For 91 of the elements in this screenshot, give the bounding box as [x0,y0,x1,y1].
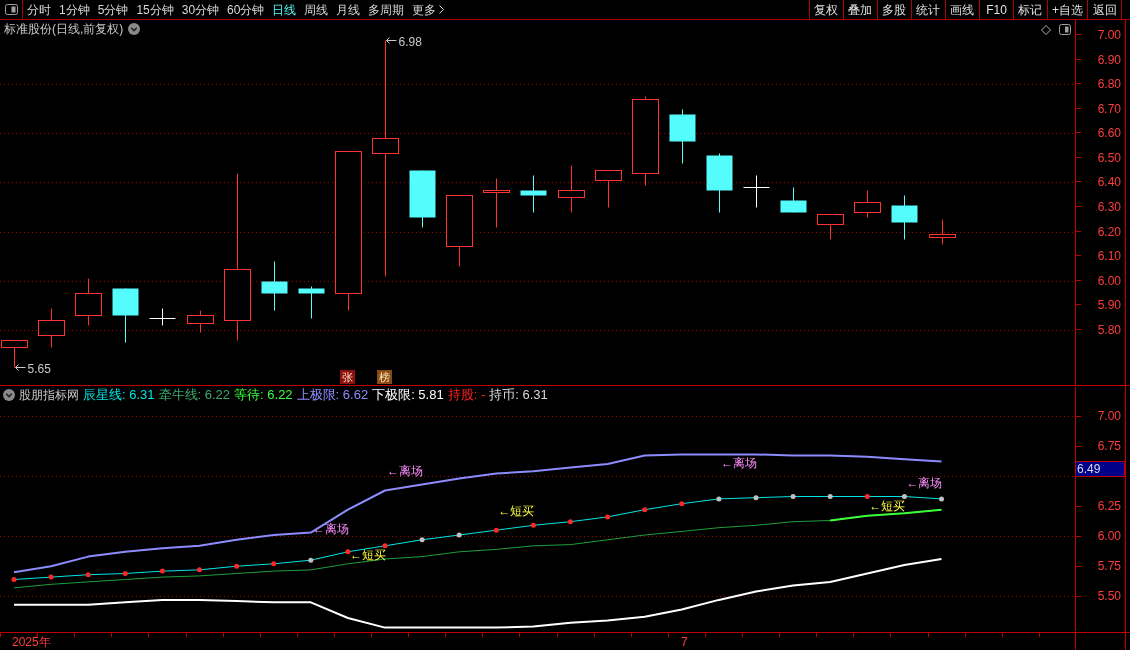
signal-label: ←离场 [387,464,423,478]
rising-candle [817,214,844,240]
rising-candle [558,165,585,213]
axis-label: 7.00 [1097,408,1121,423]
axis-label: 6.00 [1097,273,1121,288]
signal-label: ←短买 [869,498,906,513]
axis-label: 5.75 [1097,559,1121,574]
axis-label: 6.75 [1097,438,1121,453]
diamond-icon[interactable] [1041,25,1051,35]
axis-label: 6.30 [1097,200,1121,215]
chevron-right-icon [439,5,445,14]
axis-label: 6.70 [1097,101,1121,116]
toolbar-button[interactable]: 复权 [809,0,843,19]
period-tab[interactable]: 月线 [336,2,361,17]
rising-candle [187,310,214,333]
legend-value: 等待: 6.22 [234,387,293,402]
axis-label: 6.10 [1097,249,1121,264]
leader-arrow [386,37,397,44]
signal-label: ←离场 [906,476,943,491]
signal-label: ←离场 [720,455,757,470]
rising-candle [595,170,622,208]
axis-label: 7.00 [1097,28,1121,42]
rising-candle [929,219,956,245]
toolbar-button[interactable]: 多股 [877,0,911,19]
legend-value: 持币: 6.31 [489,387,548,402]
axis-label: 6.00 [1097,529,1121,544]
panel-toggle-icon[interactable] [1059,24,1071,35]
axis-label: 6.60 [1097,126,1121,141]
period-tab[interactable]: 多周期 [368,2,405,17]
toolbar-button[interactable]: 画线 [945,0,979,19]
period-tab[interactable]: 15分钟 [136,2,174,17]
axis-label: 6.40 [1097,175,1121,190]
axis-label: 5.90 [1097,298,1121,313]
period-tab[interactable]: 日线 [272,2,297,17]
axis-label: 6.50 [1097,150,1121,165]
legend-value: 辰星线: 6.31 [83,387,155,402]
signal-label: ←离场 [312,521,349,536]
period-tab[interactable]: 1分钟 [59,2,90,17]
doji-candle [743,175,770,208]
period-tab[interactable]: 30分钟 [181,2,220,17]
cursor-value-label: 6.49 [1075,461,1125,477]
falling-candle [520,175,547,213]
axis-label: 6.25 [1097,499,1121,514]
falling-candle [409,170,436,228]
legend-value: 持股: - [447,387,486,402]
falling-candle [298,286,325,319]
date-label: 7 [681,635,688,649]
falling-candle [112,288,139,343]
falling-candle [669,109,696,164]
period-tab[interactable]: 60分钟 [227,2,265,17]
legend-value: 上极限: 6.62 [296,387,369,402]
indicator-name: 股朋指标网 [19,387,79,402]
toolbar-button[interactable]: 统计 [911,0,945,19]
leader-arrow [15,364,26,371]
falling-candle [780,187,807,213]
signal-label: ←短买 [349,547,386,562]
dropdown-icon[interactable] [128,23,141,35]
event-badge: 张 [340,370,355,384]
rising-candle [854,190,881,218]
more-tab[interactable]: 更多 [412,2,445,17]
rising-candle [75,278,102,326]
rising-candle [483,178,510,228]
axis-label: 5.80 [1097,322,1121,337]
panel-toggle-icon [4,4,18,15]
toolbar-button[interactable]: 叠加 [843,0,877,19]
legend-value: 下极限: 5.81 [372,387,444,402]
signal-label: ←短买 [498,503,535,518]
axis-label: 6.20 [1097,224,1121,239]
rising-candle [38,308,65,348]
toolbar-button[interactable]: 标记 [1013,0,1047,19]
legend-value: 牵牛线: 6.22 [158,387,231,402]
toolbar-button[interactable]: F10 [979,0,1013,19]
doji-candle [149,308,176,326]
period-tab[interactable]: 分时 [27,2,51,17]
falling-candle [891,195,918,240]
rising-candle [446,195,473,267]
period-tab[interactable]: 周线 [304,2,329,17]
falling-candle [706,153,733,213]
axis-label: 6.80 [1097,77,1121,92]
dropdown-icon[interactable] [3,388,15,401]
date-label: 2025年 [12,635,51,649]
chart-title: 标准股份(日线,前复权) [4,22,124,36]
toolbar-button[interactable]: +自选 [1047,0,1087,19]
toolbar-button[interactable]: 返回 [1087,0,1121,19]
price-label: 5.65 [27,361,51,376]
falling-candle [261,261,288,311]
axis-label: 5.50 [1097,589,1121,604]
event-badge: 榜 [377,370,392,384]
axis-label: 6.90 [1097,52,1121,67]
period-tab[interactable]: 5分钟 [97,2,129,17]
price-label: 6.98 [398,34,422,49]
